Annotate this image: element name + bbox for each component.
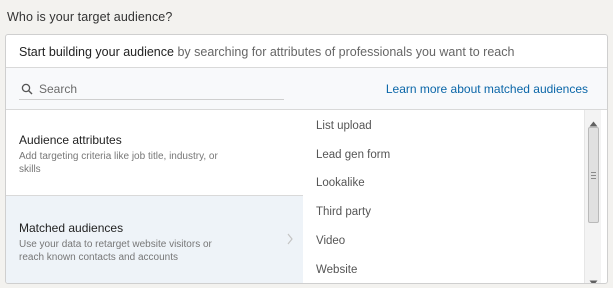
- chevron-right-icon: [286, 232, 294, 246]
- scrollbar-thumb[interactable]: [588, 127, 599, 223]
- category-description: Use your data to retarget website visito…: [19, 239, 212, 263]
- grip-icon: [591, 172, 596, 181]
- arrow-down-icon[interactable]: [589, 273, 598, 283]
- option-third-party[interactable]: Third party: [316, 206, 371, 218]
- category-description: Add targeting criteria like job title, i…: [19, 151, 218, 175]
- category-audience-attributes[interactable]: Audience attributes Add targeting criter…: [6, 110, 303, 196]
- option-list-scrollbar[interactable]: [584, 110, 601, 283]
- section-question: Who is your target audience?: [7, 10, 173, 24]
- learn-more-link[interactable]: Learn more about matched audiences: [386, 82, 588, 96]
- search-field[interactable]: [19, 78, 284, 100]
- arrow-up-icon[interactable]: [589, 114, 598, 127]
- option-website[interactable]: Website: [316, 264, 357, 276]
- category-matched-audiences[interactable]: Matched audiences Use your data to retar…: [6, 196, 303, 283]
- option-list: List upload Lead gen form Lookalike Thir…: [304, 110, 581, 283]
- search-icon: [21, 82, 35, 96]
- option-lead-gen-form[interactable]: Lead gen form: [316, 149, 390, 161]
- intro-text: Start building your audience by searchin…: [6, 35, 607, 68]
- intro-rest: by searching for attributes of professio…: [173, 45, 515, 59]
- option-lookalike[interactable]: Lookalike: [316, 177, 365, 189]
- audience-card: Start building your audience by searchin…: [5, 34, 608, 284]
- category-title: Audience attributes: [19, 133, 122, 147]
- category-title: Matched audiences: [19, 221, 124, 235]
- search-input[interactable]: [39, 81, 259, 96]
- option-list-upload[interactable]: List upload: [316, 120, 372, 132]
- search-bar: Learn more about matched audiences: [6, 68, 607, 110]
- category-list: Audience attributes Add targeting criter…: [6, 110, 303, 283]
- intro-strong: Start building your audience: [19, 45, 174, 59]
- option-video[interactable]: Video: [316, 235, 345, 247]
